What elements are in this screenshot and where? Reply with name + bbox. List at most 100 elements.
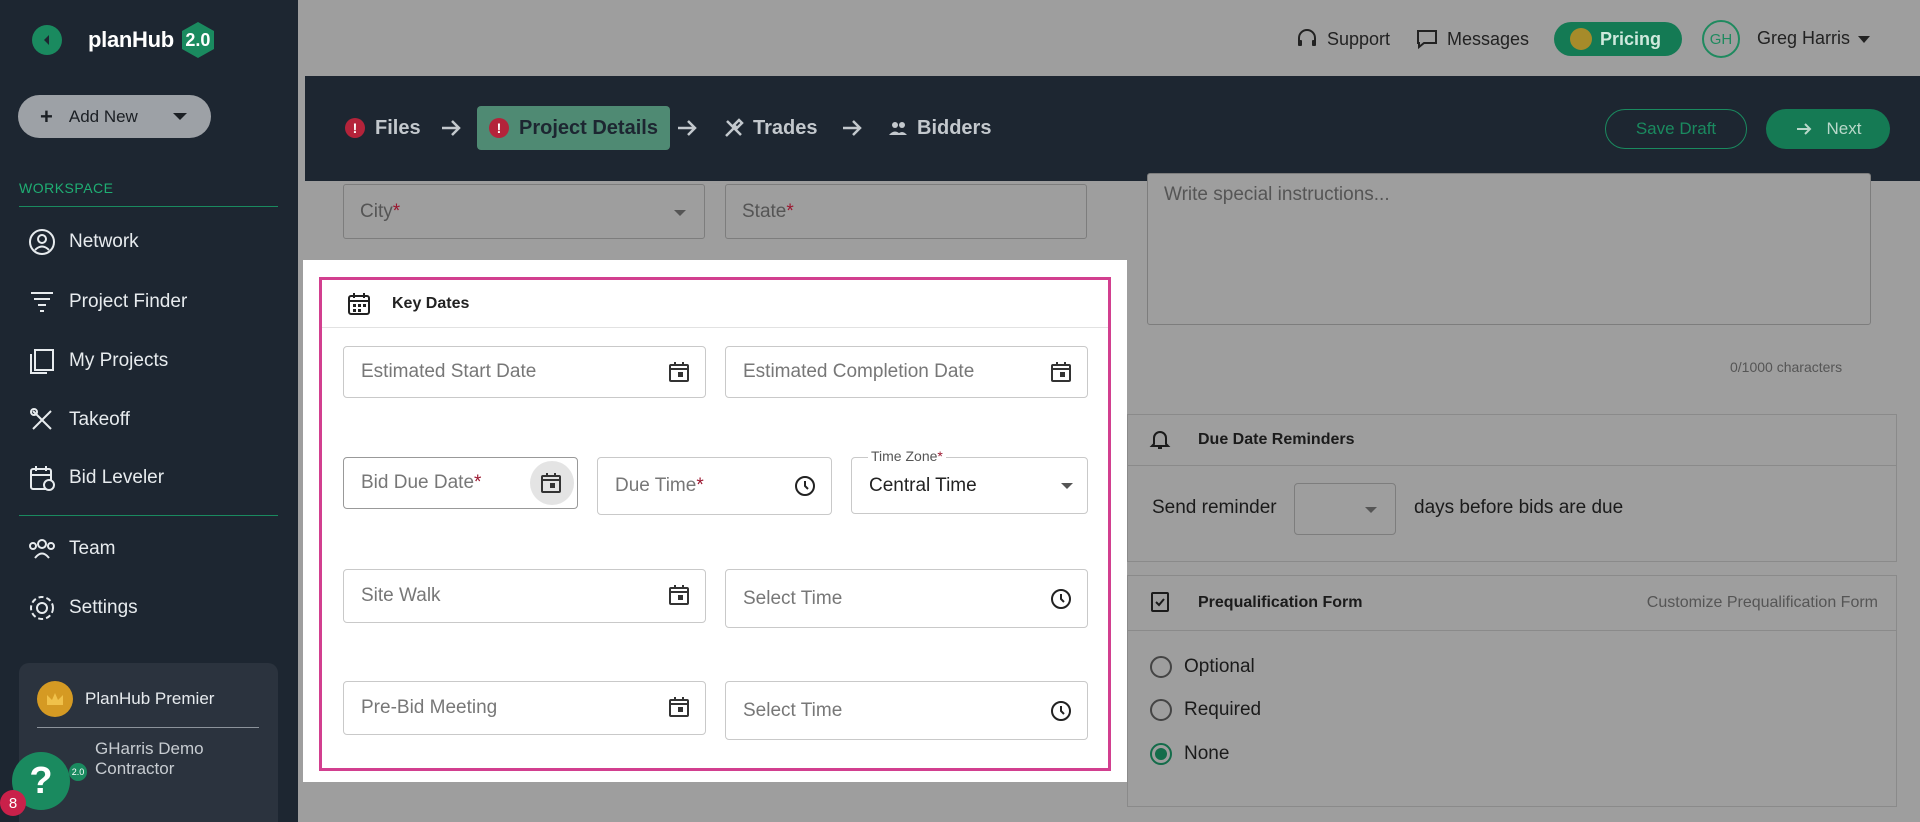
sidebar-item-network[interactable]: Network [27, 226, 139, 258]
time-zone-select[interactable]: Time Zone* Central Time [851, 448, 1088, 514]
state-field[interactable]: State * [725, 184, 1087, 239]
radio-optional[interactable]: Optional [1150, 656, 1255, 678]
required-mark: * [786, 200, 794, 222]
clock-icon[interactable] [1049, 587, 1073, 611]
step-bidders[interactable]: Bidders [887, 106, 991, 150]
key-dates-header: Key Dates [322, 280, 1108, 328]
sidebar-item-my-projects[interactable]: My Projects [27, 345, 168, 377]
reminder-days-select[interactable] [1294, 483, 1396, 535]
step-label: Trades [753, 116, 818, 139]
filter-icon [31, 292, 53, 312]
calendar-icon[interactable] [667, 360, 691, 384]
save-draft-button[interactable]: Save Draft [1605, 109, 1747, 149]
sidebar-item-label: Team [69, 538, 116, 559]
arrow-right-icon [678, 120, 697, 136]
key-dates-title: Key Dates [392, 295, 470, 312]
sidebar-item-label: Project Finder [69, 291, 188, 312]
key-dates-highlight: Key Dates Estimated Start Date Estimated… [319, 277, 1111, 771]
avatar[interactable]: GH [1702, 20, 1740, 58]
field-placeholder: Due Time [615, 475, 697, 496]
sidebar-item-project-finder[interactable]: Project Finder [27, 286, 187, 318]
field-placeholder: Bid Due Date [361, 472, 475, 493]
state-label: State [742, 200, 787, 222]
coin-icon [1570, 28, 1592, 50]
due-time-input[interactable]: Due Time * [597, 457, 832, 515]
step-trades[interactable]: Trades [723, 106, 817, 150]
estimated-start-date-input[interactable]: Estimated Start Date [343, 346, 706, 398]
next-label: Next [1826, 119, 1862, 138]
arrow-right-icon [442, 120, 461, 136]
caret-down-icon [173, 113, 187, 120]
calendar-icon[interactable] [667, 695, 691, 719]
sidebar-item-bid-leveler[interactable]: Bid Leveler [27, 462, 164, 494]
special-instructions-textarea[interactable]: Write special instructions... [1147, 173, 1871, 325]
field-placeholder: Pre-Bid Meeting [361, 697, 498, 718]
site-walk-date-input[interactable]: Site Walk [343, 569, 706, 623]
prequal-title: Prequalification Form [1198, 594, 1363, 611]
instructions-placeholder: Write special instructions... [1164, 184, 1390, 205]
city-label: City [360, 200, 393, 222]
calendar-icon[interactable] [539, 471, 563, 495]
brand-name: planHub [88, 27, 174, 52]
radio-required[interactable]: Required [1150, 699, 1261, 721]
calendar-icon[interactable] [667, 583, 691, 607]
support-link[interactable]: Support [1295, 27, 1390, 51]
caret-down-icon[interactable] [1858, 36, 1870, 43]
divider [1128, 630, 1896, 631]
bid-due-date-input[interactable]: Bid Due Date * [343, 457, 578, 509]
clock-icon[interactable] [793, 474, 817, 498]
sidebar-item-team[interactable]: Team [27, 533, 115, 565]
radio-label: Required [1184, 699, 1262, 720]
due-date-reminders-card: Due Date Reminders Send reminder days be… [1127, 414, 1897, 562]
sidebar-item-label: Takeoff [69, 409, 130, 430]
question-icon: ? [29, 759, 53, 802]
field-placeholder: Estimated Start Date [361, 361, 537, 382]
required-mark: * [696, 475, 704, 496]
pre-bid-meeting-date-input[interactable]: Pre-Bid Meeting [343, 681, 706, 735]
add-new-button[interactable]: + Add New [18, 95, 211, 138]
pricing-button[interactable]: Pricing [1554, 22, 1682, 56]
radio-circle [1150, 656, 1172, 678]
messages-link[interactable]: Messages [1415, 27, 1529, 51]
clock-icon[interactable] [1049, 699, 1073, 723]
divider [37, 727, 259, 728]
calendar-icon[interactable] [1049, 360, 1073, 384]
site-walk-time-input[interactable]: Select Time [725, 569, 1088, 628]
user-name[interactable]: Greg Harris [1757, 28, 1850, 49]
field-placeholder: Site Walk [361, 585, 441, 606]
bid-leveler-icon [30, 466, 55, 491]
step-label: Bidders [917, 116, 992, 139]
caret-down-icon [674, 210, 686, 216]
projects-icon [30, 349, 54, 374]
step-label: Files [375, 116, 421, 139]
step-project-details[interactable]: ! Project Details [477, 106, 670, 150]
radio-label: Optional [1184, 656, 1255, 677]
stepper-bar: ! Files ! Project Details Trades Bidders… [305, 76, 1920, 181]
prequalification-card: Prequalification Form Customize Prequali… [1127, 575, 1897, 807]
estimated-completion-date-input[interactable]: Estimated Completion Date [725, 346, 1088, 398]
step-files[interactable]: ! Files [345, 106, 421, 150]
sidebar-item-settings[interactable]: Settings [27, 592, 138, 624]
key-dates-section: Key Dates Estimated Start Date Estimated… [303, 260, 1127, 782]
next-button[interactable]: Next [1766, 109, 1890, 149]
checklist-icon [1151, 592, 1169, 612]
radio-none[interactable]: None [1150, 743, 1229, 765]
collapse-sidebar-button[interactable] [32, 25, 62, 55]
headset-icon [1298, 29, 1316, 46]
top-bar: Support Messages Pricing GH Greg Harris [298, 0, 1920, 76]
customize-prequal-link[interactable]: Customize Prequalification Form [1647, 594, 1878, 612]
caret-down-icon [1365, 507, 1377, 513]
city-select[interactable]: City * [343, 184, 705, 239]
pre-bid-meeting-time-input[interactable]: Select Time [725, 681, 1088, 740]
crown-icon [37, 681, 73, 717]
company-name: GHarris Demo Contractor [95, 739, 204, 778]
plus-icon: + [40, 103, 53, 129]
sidebar-item-takeoff[interactable]: Takeoff [27, 404, 130, 436]
arrow-right-icon [843, 120, 862, 136]
bell-icon [1149, 431, 1171, 449]
chevron-left-icon [44, 35, 49, 45]
messages-label: Messages [1447, 28, 1530, 49]
field-placeholder: Estimated Completion Date [743, 361, 975, 382]
field-placeholder: Select Time [743, 587, 843, 609]
reminders-title: Due Date Reminders [1198, 431, 1355, 448]
